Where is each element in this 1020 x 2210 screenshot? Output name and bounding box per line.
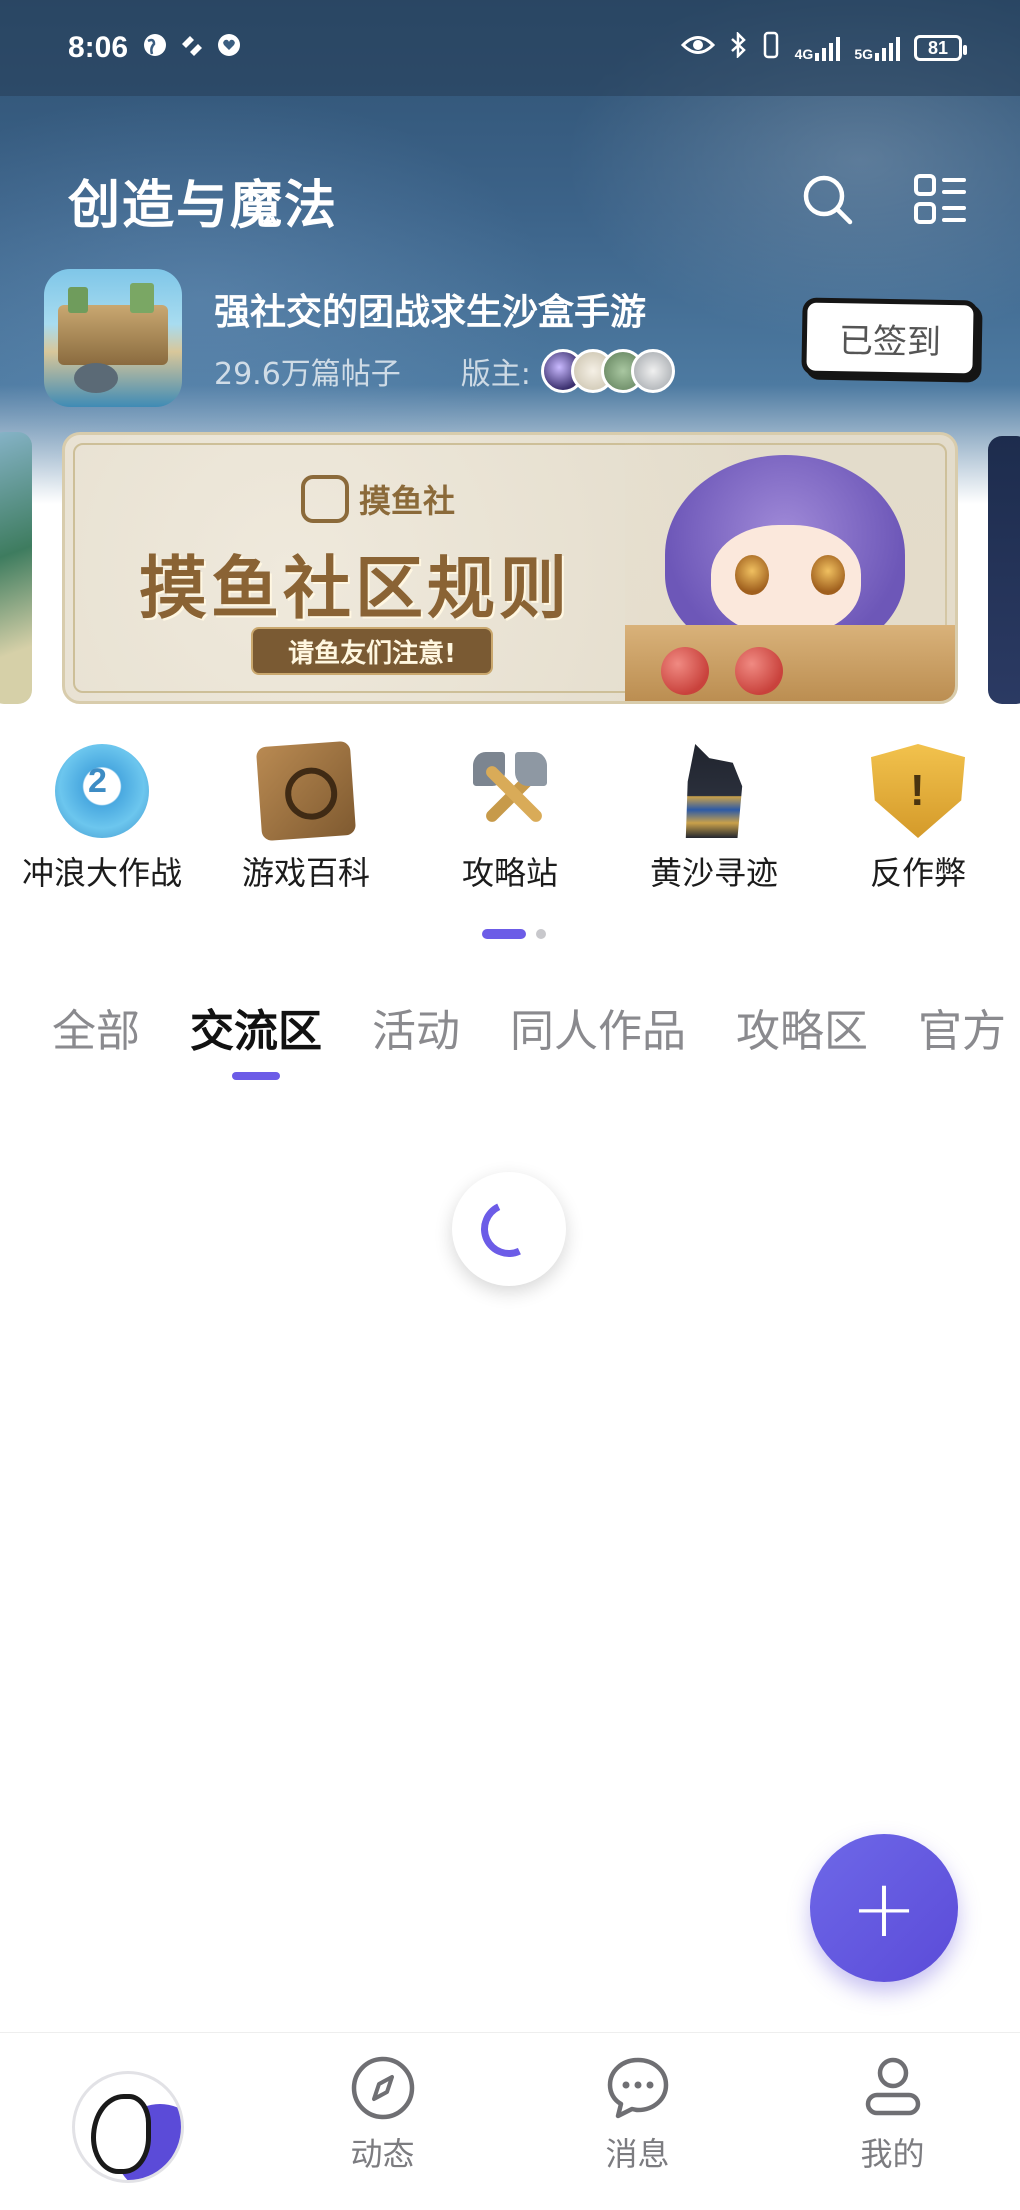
search-icon[interactable]	[800, 172, 856, 228]
pager-dot-active	[482, 929, 526, 939]
game-info: 强社交的团战求生沙盒手游 29.6万篇帖子 版主:	[214, 283, 802, 393]
compass-icon	[351, 2056, 414, 2120]
banner-slide[interactable]: 摸鱼社 摸鱼社区规则 请鱼友们注意!	[62, 432, 958, 704]
banner-brand-text: 摸鱼社	[359, 482, 456, 520]
bluetooth-icon	[729, 30, 747, 65]
bottom-navigation: 动态 消息 我的	[0, 2032, 1020, 2210]
book-icon	[255, 740, 357, 842]
shortcut-anti-cheat[interactable]: 反作弊	[816, 744, 1020, 904]
fish-logo-icon	[301, 475, 349, 523]
shortcut-label: 反作弊	[869, 854, 966, 892]
nav-feed[interactable]: 动态	[255, 2033, 510, 2210]
shortcut-grid: 冲浪大作战 游戏百科 攻略站 黄沙寻迹 反作弊	[0, 740, 1020, 904]
spinner-ring-icon	[473, 1193, 545, 1265]
tab-discussion[interactable]: 交流区	[190, 998, 322, 1080]
tab-events[interactable]: 活动	[372, 998, 460, 1068]
shortcut-label: 黄沙寻迹	[649, 854, 778, 892]
tab-fan-works[interactable]: 同人作品	[510, 998, 686, 1068]
chat-bubble-icon	[607, 2057, 668, 2119]
signal-4g: 4G	[795, 35, 841, 61]
shortcut-game-wiki[interactable]: 游戏百科	[204, 740, 408, 904]
anubis-icon	[685, 744, 743, 838]
loading-spinner	[452, 1172, 566, 1286]
header-bar: 创造与魔法	[68, 150, 968, 250]
shortcut-guide-station[interactable]: 攻略站	[408, 744, 612, 904]
nav-label: 动态	[350, 2135, 415, 2173]
tab-all[interactable]: 全部	[52, 998, 140, 1068]
create-post-button[interactable]: +	[810, 1834, 958, 1982]
profile-icon	[865, 2057, 920, 2116]
grid-menu-icon[interactable]	[912, 172, 968, 228]
status-time: 8:06	[68, 31, 129, 64]
nav-profile[interactable]: 我的	[765, 2033, 1020, 2210]
anniversary-badge-icon	[55, 744, 149, 838]
banner-pill: 请鱼友们注意!	[251, 627, 493, 675]
signal-bars-icon	[875, 35, 900, 61]
status-bar: 8:06 4G 5G 81	[0, 0, 1020, 96]
notification-icons	[142, 32, 242, 65]
nav-messages[interactable]: 消息	[510, 2033, 765, 2210]
nav-home[interactable]	[0, 2033, 255, 2210]
heart-link-icon	[178, 32, 206, 65]
shortcut-surf-battle[interactable]: 冲浪大作战	[0, 744, 204, 904]
heart-icon	[216, 32, 242, 65]
shortcut-label: 攻略站	[461, 854, 558, 892]
game-info-row: 强社交的团战求生沙盒手游 29.6万篇帖子 版主: 已签到	[44, 268, 979, 408]
globe-icon	[142, 32, 168, 65]
status-right-icons: 4G 5G 81	[680, 30, 967, 66]
pager-dot[interactable]	[536, 929, 546, 939]
signal-bars-icon	[815, 35, 841, 61]
battery-level: 81	[927, 37, 949, 58]
banner-character-illustration	[625, 435, 955, 701]
avatar[interactable]	[630, 349, 675, 393]
shortcut-label: 冲浪大作战	[21, 854, 182, 892]
banner-next-peek[interactable]	[988, 436, 1020, 704]
banner-headline: 摸鱼社区规则	[139, 550, 572, 629]
eye-icon	[680, 34, 715, 63]
network-type-label: 4G	[794, 46, 814, 62]
shortcut-pager	[482, 929, 546, 939]
network-type-label: 5G	[854, 46, 873, 62]
category-tabs: 全部 交流区 活动 同人作品 攻略区 官方	[52, 998, 1020, 1088]
shortcut-desert-trace[interactable]: 黄沙寻迹	[612, 744, 816, 904]
page-title: 创造与魔法	[68, 175, 339, 236]
tab-official[interactable]: 官方	[918, 998, 1006, 1068]
app-screen: 8:06 4G 5G 81 创造与魔法 强社交的团战求生沙盒手游 29.6万篇帖…	[0, 0, 1020, 2210]
moderator-label: 版主:	[460, 357, 531, 392]
game-description: 强社交的团战求生沙盒手游	[214, 292, 647, 333]
signal-5g: 5G	[854, 35, 900, 61]
game-logo[interactable]	[44, 269, 182, 407]
home-avatar[interactable]	[71, 2071, 184, 2183]
game-meta: 29.6万篇帖子 版主:	[214, 349, 802, 393]
plus-icon: +	[850, 1861, 918, 1955]
moderator-avatars[interactable]	[540, 349, 675, 393]
checkin-button[interactable]: 已签到	[801, 297, 979, 379]
post-count: 29.6万篇帖子	[214, 357, 401, 392]
banner-prev-peek[interactable]	[0, 432, 32, 704]
shortcut-label: 游戏百科	[241, 854, 370, 892]
phone-vibrate-icon	[761, 31, 781, 66]
battery-icon: 81	[914, 35, 967, 61]
banner-brand: 摸鱼社	[301, 475, 455, 523]
tab-guides[interactable]: 攻略区	[736, 998, 868, 1068]
crossed-axes-icon	[463, 744, 557, 838]
banner-carousel[interactable]: 摸鱼社 摸鱼社区规则 请鱼友们注意!	[0, 432, 1020, 706]
nav-label: 我的	[860, 2135, 925, 2173]
warning-shield-icon	[871, 744, 965, 838]
header-actions	[800, 172, 968, 228]
nav-label: 消息	[605, 2135, 670, 2173]
